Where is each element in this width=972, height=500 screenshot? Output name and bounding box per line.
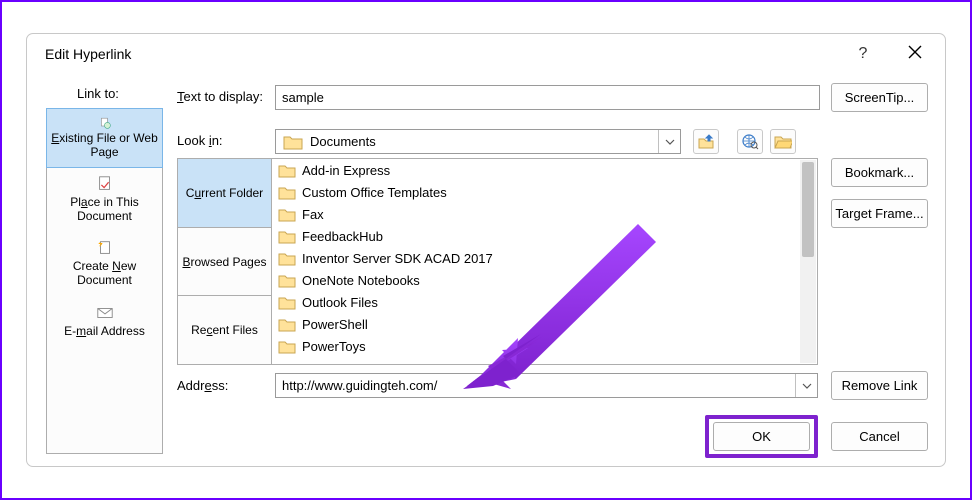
- file-list[interactable]: Add-in ExpressCustom Office TemplatesFax…: [272, 159, 817, 364]
- browse-panel: Current Folder Browsed Pages Recent File…: [177, 158, 818, 365]
- document-place-icon: [96, 175, 114, 193]
- file-item[interactable]: Add-in Express: [272, 159, 817, 181]
- cancel-button[interactable]: Cancel: [831, 422, 928, 451]
- scrollbar[interactable]: [800, 160, 816, 363]
- remove-link-button[interactable]: Remove Link: [831, 371, 928, 400]
- file-item[interactable]: OneNote Notebooks: [272, 269, 817, 291]
- link-to-label: Link to:: [77, 86, 119, 101]
- address-input[interactable]: [276, 374, 795, 397]
- edit-hyperlink-dialog: Edit Hyperlink ? Link to: Existing File …: [26, 33, 946, 467]
- look-in-combo[interactable]: Documents: [275, 129, 681, 154]
- file-item[interactable]: Fax: [272, 203, 817, 225]
- link-to-existing-file[interactable]: Existing File or Web Page: [46, 108, 163, 168]
- chevron-down-icon[interactable]: [658, 130, 680, 153]
- text-to-display-input[interactable]: [275, 85, 820, 110]
- ok-button[interactable]: OK: [713, 422, 810, 451]
- folder-icon: [278, 163, 296, 178]
- folder-icon: [278, 229, 296, 244]
- file-item[interactable]: Custom Office Templates: [272, 181, 817, 203]
- chevron-down-icon[interactable]: [795, 374, 817, 397]
- file-item[interactable]: Inventor Server SDK ACAD 2017: [272, 247, 817, 269]
- folder-icon: [278, 185, 296, 200]
- address-label: Address:: [177, 378, 228, 393]
- folder-icon: [282, 133, 304, 151]
- help-button[interactable]: ?: [851, 42, 875, 66]
- target-frame-button[interactable]: Target Frame...: [831, 199, 928, 228]
- new-document-icon: [96, 239, 114, 257]
- folder-icon: [278, 207, 296, 222]
- dialog-title: Edit Hyperlink: [45, 46, 131, 62]
- screentip-button[interactable]: ScreenTip...: [831, 83, 928, 112]
- link-to-create-new-document[interactable]: Create New Document: [47, 231, 162, 295]
- folder-icon: [278, 251, 296, 266]
- folder-icon: [278, 339, 296, 354]
- close-icon: [907, 44, 923, 60]
- folder-icon: [278, 317, 296, 332]
- close-button[interactable]: [907, 44, 927, 64]
- tab-browsed-pages[interactable]: Browsed Pages: [178, 228, 272, 297]
- email-icon: [96, 304, 114, 322]
- globe-file-icon: [96, 117, 114, 129]
- browse-file-button[interactable]: [770, 129, 796, 154]
- browse-web-button[interactable]: [737, 129, 763, 154]
- bookmark-button[interactable]: Bookmark...: [831, 158, 928, 187]
- link-to-email-address[interactable]: E-mail Address: [47, 295, 162, 347]
- tab-current-folder[interactable]: Current Folder: [178, 159, 272, 228]
- text-to-display-label: Text to display:: [177, 89, 263, 104]
- titlebar: Edit Hyperlink ?: [27, 34, 945, 74]
- address-combo[interactable]: [275, 373, 818, 398]
- file-item[interactable]: PowerShell: [272, 313, 817, 335]
- up-one-level-button[interactable]: [693, 129, 719, 154]
- folder-icon: [278, 295, 296, 310]
- file-item[interactable]: PowerToys: [272, 335, 817, 357]
- look-in-label: Look in:: [177, 133, 223, 148]
- tab-recent-files[interactable]: Recent Files: [178, 296, 272, 364]
- open-folder-icon: [774, 134, 792, 149]
- folder-icon: [278, 273, 296, 288]
- globe-search-icon: [741, 133, 759, 150]
- link-to-panel: Existing File or Web Page Place in This …: [46, 108, 163, 454]
- file-item[interactable]: FeedbackHub: [272, 225, 817, 247]
- file-item[interactable]: Outlook Files: [272, 291, 817, 313]
- link-to-place-in-document[interactable]: Place in This Document: [47, 167, 162, 231]
- folder-up-icon: [697, 133, 715, 150]
- scroll-thumb[interactable]: [802, 162, 814, 257]
